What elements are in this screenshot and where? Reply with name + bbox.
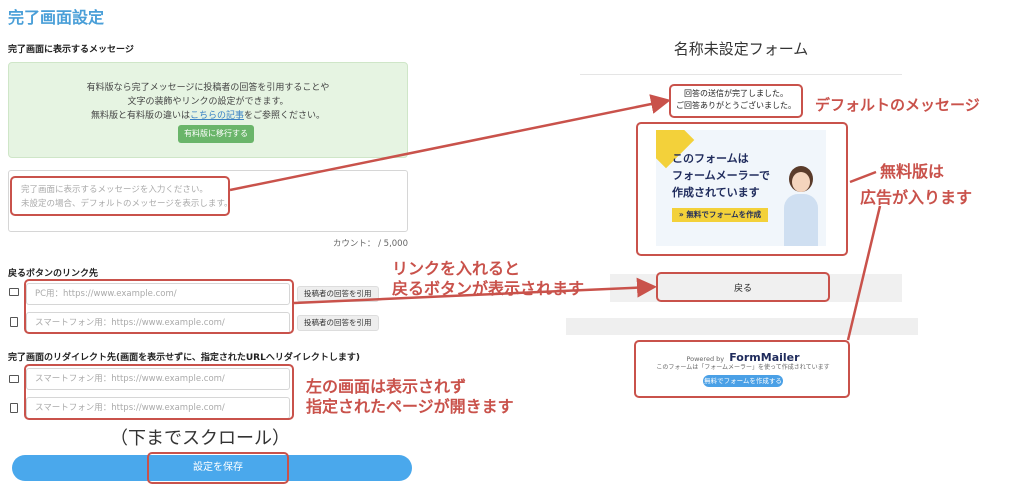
- annotation-box-back-button: [656, 272, 830, 302]
- upgrade-info-box: 有料版なら完了メッセージに投稿者の回答を引用することや 文字の装飾やリンクの設定…: [8, 62, 408, 158]
- annotation-box-redirect-inputs: [24, 364, 294, 420]
- preview-grey-band: [566, 318, 918, 335]
- annotation-box-footer: [634, 340, 850, 398]
- pc-icon: [9, 288, 19, 296]
- annotation-box-save: [147, 452, 289, 484]
- pc-icon: [9, 375, 19, 383]
- info-line-2: 文字の装飾やリンクの設定ができます。: [127, 97, 289, 107]
- scroll-note: （下までスクロール）: [110, 428, 290, 449]
- info-line-3: 無料版と有料版の違いはこちらの記事をご参照ください。: [9, 109, 407, 123]
- preview-divider: [580, 74, 902, 75]
- smartphone-icon: [10, 317, 18, 327]
- redirect-section-label: 完了画面のリダイレクト先(画面を表示せずに、指定されたURLへリダイレクトします…: [8, 353, 360, 363]
- message-section-label: 完了画面に表示するメッセージ: [8, 45, 134, 55]
- annotation-redirect-2: 指定されたページが開きます: [306, 397, 514, 416]
- page-title: 完了画面設定: [8, 8, 105, 27]
- annotation-default-message: デフォルトのメッセージ: [815, 96, 980, 114]
- upgrade-button[interactable]: 有料版に移行する: [178, 125, 254, 143]
- quote-answer-button-pc[interactable]: 投稿者の回答を引用: [297, 286, 379, 302]
- annotation-box-ad: [636, 122, 848, 256]
- annotation-free-version-1: 無料版は: [880, 162, 945, 181]
- info-line-3-post: をご参照ください。: [244, 111, 326, 121]
- character-counter: カウント： / 5,000: [332, 239, 408, 249]
- annotation-box-back-inputs: [24, 279, 294, 334]
- smartphone-icon: [10, 403, 18, 413]
- quote-answer-button-sp[interactable]: 投稿者の回答を引用: [297, 315, 379, 331]
- annotation-box-default-message: [669, 84, 803, 118]
- comparison-article-link[interactable]: こちらの記事: [190, 111, 244, 121]
- arrow-free-to-ad: [849, 170, 877, 184]
- annotation-box-textarea: [10, 176, 230, 216]
- info-line-3-pre: 無料版と有料版の違いは: [90, 111, 190, 121]
- annotation-free-version-2: 広告が入ります: [860, 188, 973, 207]
- annotation-link-2: 戻るボタンが表示されます: [392, 279, 585, 298]
- back-button-section-label: 戻るボタンのリンク先: [8, 269, 99, 279]
- info-line-1: 有料版なら完了メッセージに投稿者の回答を引用することや: [86, 83, 330, 93]
- preview-form-title: 名称未設定フォーム: [673, 40, 809, 58]
